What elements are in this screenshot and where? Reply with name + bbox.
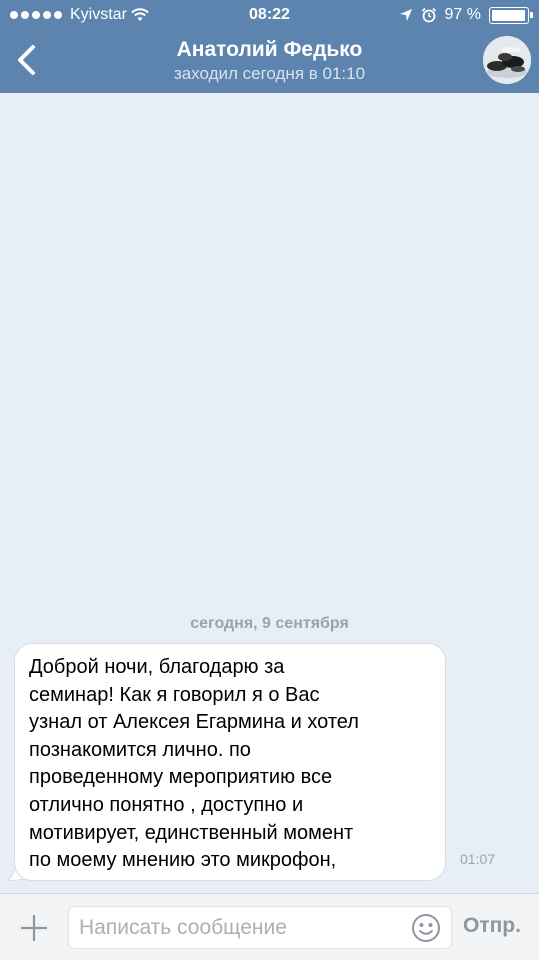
battery-fill bbox=[492, 9, 525, 21]
location-arrow-icon bbox=[399, 9, 412, 21]
message-line: семинар! Как я говорил я о Вас bbox=[29, 683, 320, 706]
date-separator: сегодня, 9 сентября bbox=[190, 615, 349, 632]
plus-icon bbox=[21, 915, 47, 941]
message-line: Доброй ночи, благодарю за bbox=[29, 656, 285, 678]
message-line: познакомится лично. по bbox=[29, 738, 251, 761]
nav-bar: Анатолий Федько заходил сегодня в 01:10 bbox=[0, 32, 539, 93]
message-line: по моему мнению это микрофон, bbox=[29, 849, 337, 872]
message-bubble[interactable]: Доброй ночи, благодарю за семинар! Как я… bbox=[14, 643, 446, 881]
top-bar: Kyivstar 08:22 97 % Анатолий Федько захо… bbox=[0, 0, 539, 93]
message-field[interactable] bbox=[68, 906, 452, 949]
alarm-icon bbox=[421, 7, 436, 23]
message-line: отлично понятно , доступно и bbox=[29, 793, 304, 816]
message-line: проведенному мероприятию все bbox=[29, 766, 333, 789]
message-line: мотивирует, единственный момент bbox=[29, 821, 354, 844]
avatar[interactable] bbox=[483, 36, 531, 84]
attach-button[interactable] bbox=[14, 908, 54, 948]
message-line: узнал от Алексея Егармина и хотел bbox=[29, 711, 359, 734]
smiley-icon[interactable] bbox=[411, 913, 441, 943]
battery-percent: 97 % bbox=[444, 6, 481, 23]
message-time: 01:07 bbox=[460, 851, 496, 867]
chat-area[interactable]: сегодня, 9 сентября Доброй ночи, благода… bbox=[0, 93, 539, 893]
send-button[interactable]: Отпр. bbox=[463, 914, 521, 938]
battery-icon bbox=[489, 6, 533, 24]
contact-name[interactable]: Анатолий Федько bbox=[0, 38, 539, 62]
last-seen: заходил сегодня в 01:10 bbox=[173, 64, 366, 83]
input-bar: Отпр. bbox=[0, 893, 539, 960]
status-bar: Kyivstar 08:22 97 % bbox=[0, 0, 539, 32]
status-right: 97 % bbox=[399, 6, 533, 24]
message-input[interactable] bbox=[69, 907, 399, 948]
